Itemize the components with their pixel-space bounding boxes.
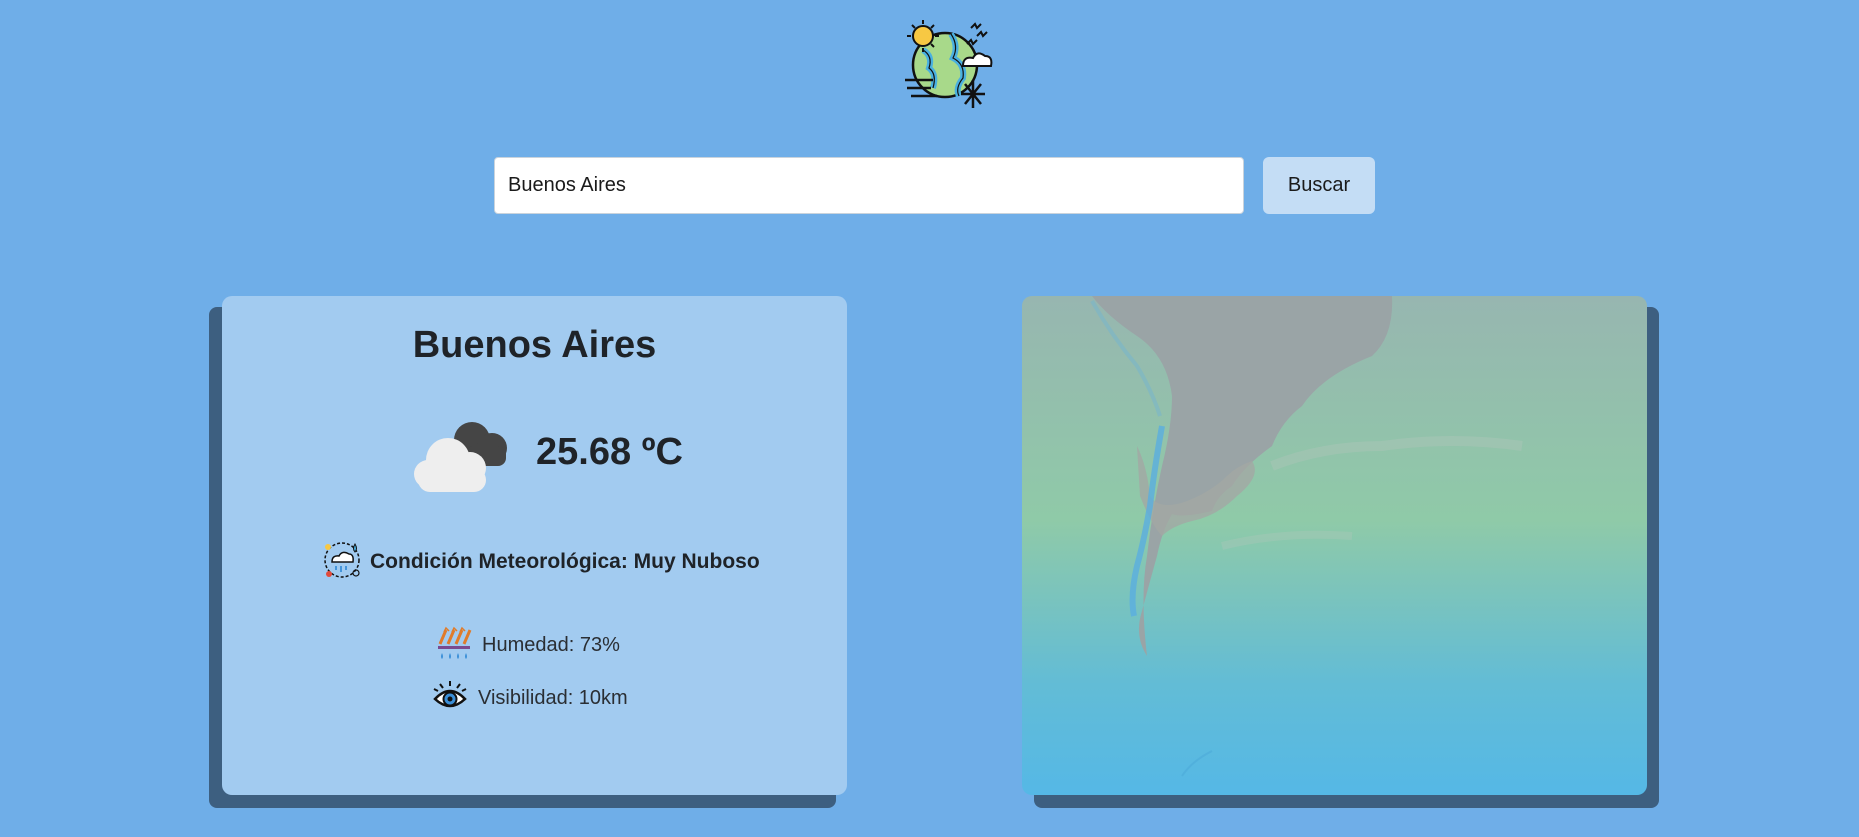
humidity-text: Humedad: 73% [482, 633, 620, 656]
visibility-row: Visibilidad: 10km [432, 679, 628, 717]
weather-condition-icon [322, 540, 362, 585]
weather-card: Buenos Aires 25.68 ºC Condición Meteorol… [222, 296, 847, 795]
condition-text: Condición Meteorológica: Muy Nuboso [370, 550, 760, 573]
eye-icon [432, 679, 468, 718]
satellite-map[interactable] [1022, 296, 1647, 795]
humidity-row: Humedad: 73% [436, 626, 620, 664]
condition-row: Condición Meteorológica: Muy Nuboso [322, 540, 760, 585]
cloudy-icon [408, 416, 518, 496]
humidity-icon [436, 624, 472, 667]
visibility-text: Visibilidad: 10km [478, 686, 628, 709]
search-input[interactable] [494, 157, 1244, 214]
temperature: 25.68 ºC [536, 431, 683, 473]
weather-globe-icon [903, 18, 993, 110]
search-button[interactable]: Buscar [1263, 157, 1375, 214]
city-title: Buenos Aires [412, 324, 657, 366]
